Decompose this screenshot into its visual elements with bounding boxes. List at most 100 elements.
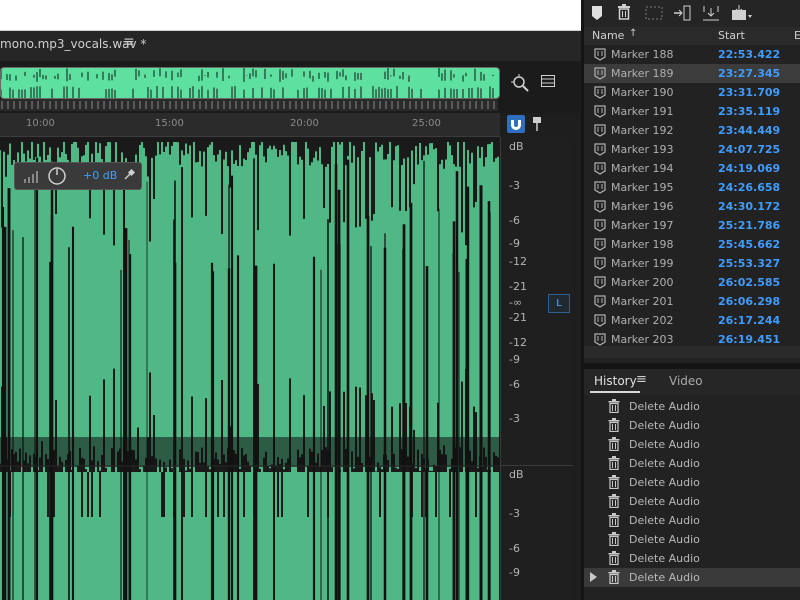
marker-row[interactable]: Marker 201 26:06.298 <box>584 292 800 311</box>
trash-icon <box>608 456 620 470</box>
marker-row[interactable]: Marker 199 25:53.327 <box>584 254 800 273</box>
history-item[interactable]: Delete Audio <box>584 511 800 530</box>
volume-knob-icon[interactable] <box>47 166 67 186</box>
zoom-icon[interactable] <box>510 73 530 93</box>
history-item[interactable]: Delete Audio <box>584 568 800 587</box>
marker-start[interactable]: 24:30.172 <box>718 200 780 213</box>
hamburger-icon[interactable]: ≡ <box>636 372 647 387</box>
top-strip <box>0 0 581 31</box>
marker-row[interactable]: Marker 194 24:19.069 <box>584 159 800 178</box>
history-item[interactable]: Delete Audio <box>584 435 800 454</box>
marker-row[interactable]: Marker 188 22:53.422 <box>584 45 800 64</box>
db-tick-label: -3 <box>509 412 520 425</box>
channel-badge[interactable]: L <box>548 294 570 313</box>
marker-row[interactable]: Marker 191 23:35.119 <box>584 102 800 121</box>
db-tick-label: -∞ <box>509 296 523 309</box>
marker-start[interactable]: 24:07.725 <box>718 143 780 156</box>
marker-add-icon[interactable] <box>591 5 603 21</box>
tick-label: 10:00 <box>26 118 55 129</box>
history-item[interactable]: Delete Audio <box>584 530 800 549</box>
column-name-header[interactable]: Name <box>592 29 624 42</box>
trash-icon <box>608 437 620 451</box>
overview-ruler <box>0 99 498 111</box>
volume-hud[interactable]: +0 dB <box>14 162 142 190</box>
history-item[interactable]: Delete Audio <box>584 416 800 435</box>
history-item-label: Delete Audio <box>629 457 700 470</box>
history-item[interactable]: Delete Audio <box>584 473 800 492</box>
overview-waveform[interactable] <box>0 67 500 99</box>
panel-toggle-icon[interactable] <box>541 75 555 87</box>
tab-history[interactable]: History <box>594 374 637 388</box>
marker-start[interactable]: 26:06.298 <box>718 295 780 308</box>
marker-icon <box>594 124 606 137</box>
marker-start[interactable]: 24:19.069 <box>718 162 780 175</box>
history-item[interactable]: Delete Audio <box>584 397 800 416</box>
waveform-view[interactable] <box>0 137 500 600</box>
marker-name: Marker 201 <box>611 295 674 308</box>
history-item[interactable]: Delete Audio <box>584 549 800 568</box>
db-tick-label: -6 <box>509 378 520 391</box>
history-item-label: Delete Audio <box>629 400 700 413</box>
markers-horizontal-scrollbar[interactable] <box>584 346 800 358</box>
history-item[interactable]: Delete Audio <box>584 454 800 473</box>
marker-start[interactable]: 26:02.585 <box>718 276 780 289</box>
db-tick-label: -9 <box>509 566 520 579</box>
history-item-label: Delete Audio <box>629 438 700 451</box>
sort-ascending-icon[interactable]: ↑ <box>629 28 637 39</box>
marker-name: Marker 203 <box>611 333 674 346</box>
marker-start[interactable]: 26:19.451 <box>718 333 780 346</box>
column-start-header[interactable]: Start <box>718 29 745 42</box>
db-tick-label: -3 <box>509 179 520 192</box>
marker-icon <box>594 295 606 308</box>
marker-icon <box>594 200 606 213</box>
marker-start[interactable]: 23:35.119 <box>718 105 780 118</box>
marker-row[interactable]: Marker 198 25:45.662 <box>584 235 800 254</box>
marker-row[interactable]: Marker 197 25:21.786 <box>584 216 800 235</box>
marker-name: Marker 196 <box>611 200 674 213</box>
marker-start[interactable]: 23:31.709 <box>718 86 780 99</box>
marker-row[interactable]: Marker 189 23:27.345 <box>584 64 800 83</box>
track-divider <box>501 465 573 466</box>
column-end-header[interactable]: E <box>794 29 800 42</box>
marker-row[interactable]: Marker 190 23:31.709 <box>584 83 800 102</box>
markers-header: Name ↑ Start E <box>584 27 800 45</box>
history-item[interactable]: Delete Audio <box>584 492 800 511</box>
marker-row[interactable]: Marker 195 24:26.658 <box>584 178 800 197</box>
marker-row[interactable]: Marker 192 23:44.449 <box>584 121 800 140</box>
snap-magnet-icon[interactable] <box>507 115 525 133</box>
history-item-label: Delete Audio <box>629 571 700 584</box>
pin-hud-icon[interactable] <box>123 169 135 181</box>
marker-icon <box>594 219 606 232</box>
marker-start[interactable]: 25:53.327 <box>718 257 780 270</box>
insert-into-playlist-icon[interactable] <box>673 5 691 21</box>
trash-icon <box>608 570 620 584</box>
batch-process-icon[interactable] <box>731 4 753 22</box>
tab-video[interactable]: Video <box>669 374 703 388</box>
marker-icon <box>594 333 606 346</box>
hamburger-icon[interactable]: ≡ <box>123 34 135 50</box>
marker-row[interactable]: Marker 202 26:17.244 <box>584 311 800 330</box>
marker-row[interactable]: Marker 196 24:30.172 <box>584 197 800 216</box>
pin-icon[interactable] <box>532 116 542 132</box>
db-tick-label: -6 <box>509 542 520 555</box>
marker-row[interactable]: Marker 200 26:02.585 <box>584 273 800 292</box>
marker-start[interactable]: 22:53.422 <box>718 48 780 61</box>
marker-start[interactable]: 25:21.786 <box>718 219 780 232</box>
marker-start[interactable]: 25:45.662 <box>718 238 780 251</box>
marker-icon <box>594 48 606 61</box>
markers-panel: Name ↑ Start E Marker 188 22:53.422 Marker… <box>584 0 800 363</box>
marker-start[interactable]: 23:27.345 <box>718 67 780 80</box>
marker-name: Marker 190 <box>611 86 674 99</box>
history-item-label: Delete Audio <box>629 533 700 546</box>
trash-icon[interactable] <box>617 4 631 20</box>
marker-name: Marker 198 <box>611 238 674 251</box>
marker-row[interactable]: Marker 193 24:07.725 <box>584 140 800 159</box>
marker-start[interactable]: 24:26.658 <box>718 181 780 194</box>
level-meter-icon <box>24 171 38 183</box>
history-item-label: Delete Audio <box>629 552 700 565</box>
marker-start[interactable]: 23:44.449 <box>718 124 780 137</box>
timeline-ruler[interactable]: 10:00 15:00 20:00 25:00 <box>0 113 500 137</box>
marker-start[interactable]: 26:17.244 <box>718 314 780 327</box>
export-range-icon[interactable] <box>702 4 720 22</box>
merge-markers-icon[interactable] <box>645 6 663 20</box>
